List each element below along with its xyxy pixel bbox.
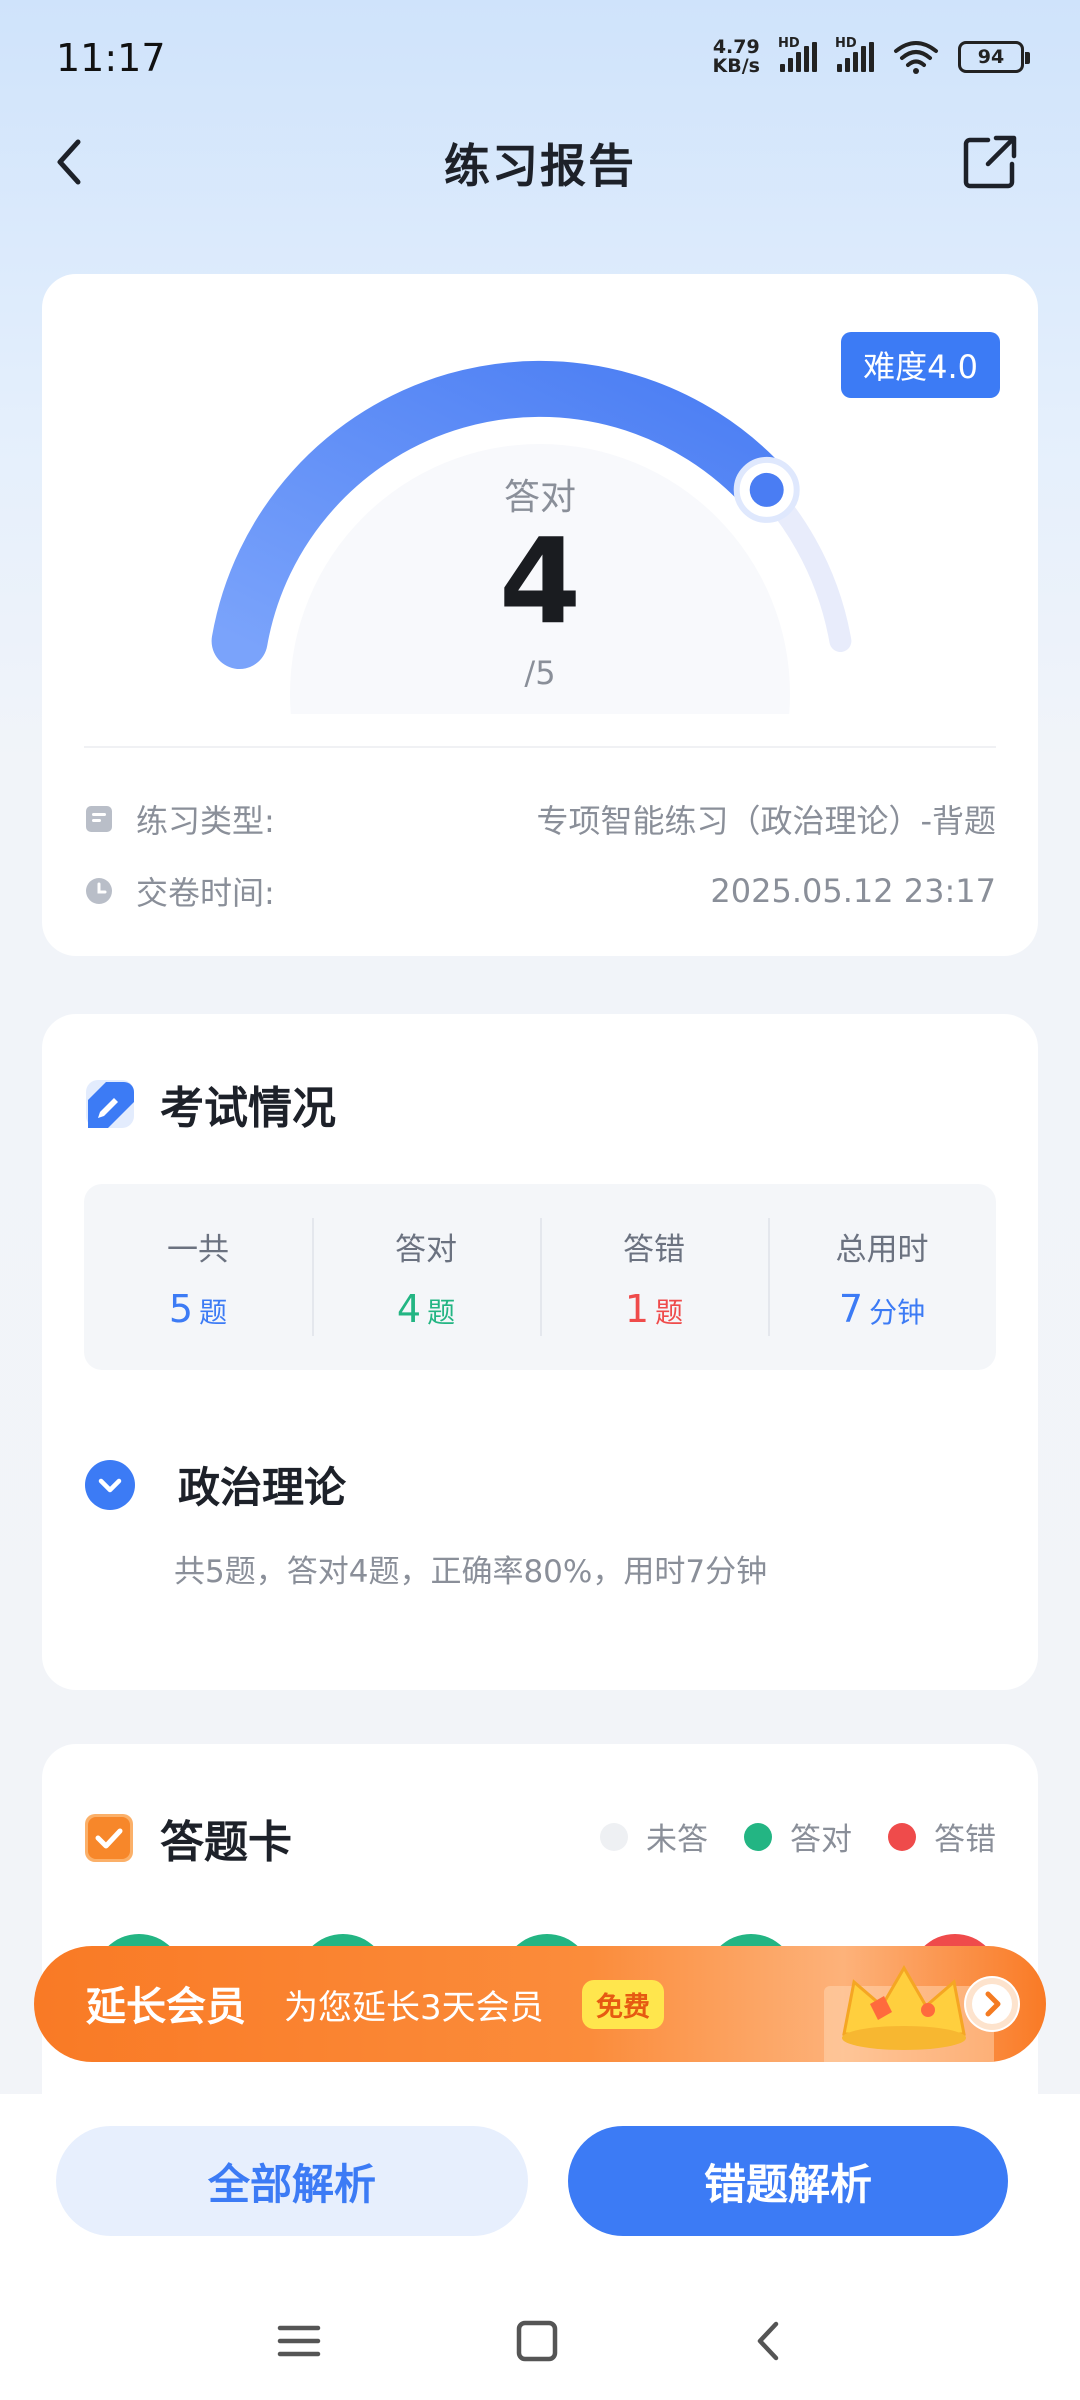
status-time: 11:17 [56, 36, 166, 80]
checkbox-icon [85, 1814, 133, 1862]
practice-type-value: 专项智能练习（政治理论）-背题 [536, 802, 996, 840]
subject-toggle[interactable]: 政治理论 [84, 1454, 346, 1515]
promo-subtitle: 为您延长3天会员 [284, 1988, 544, 2028]
practice-type-label: 练习类型: [136, 802, 275, 840]
score-card: 难度4.0 答对 4 /5 练习类型: 专项智能练习（政治理论）-背题 交卷时间… [42, 274, 1038, 956]
exam-card: 考试情况 一共 5题 答对 4题 答错 1题 总用时 7 分钟 政治理论 共5题，… [42, 1014, 1038, 1690]
subject-summary: 共5题，答对4题，正确率80%，用时7分钟 [174, 1554, 768, 1590]
all-analysis-button[interactable]: 全部解析 [56, 2126, 528, 2236]
legend-wrong: 答错 [888, 1814, 996, 1859]
signal-icon: HD [778, 36, 817, 72]
page-title: 练习报告 [444, 139, 636, 193]
divider [84, 746, 996, 748]
pencil-icon [86, 1080, 134, 1128]
nav-bar: 练习报告 [0, 120, 1080, 210]
answer-card-header: 答题卡 [84, 1806, 292, 1870]
stat-correct: 答对 4题 [312, 1184, 540, 1370]
total-count: /5 [524, 654, 556, 692]
system-nav-bar [0, 2316, 1080, 2386]
bottom-action-bar: 全部解析 错题解析 [0, 2094, 1080, 2400]
subject-title: 政治理论 [178, 1463, 347, 1512]
answer-legend: 未答 答对 答错 [600, 1814, 996, 1859]
submit-time-row: 交卷时间: 2025.05.12 23:17 [84, 866, 996, 916]
stat-total: 一共 5题 [167, 1231, 229, 1331]
network-speed: 4.79 KB/s [712, 36, 760, 77]
promo-arrow-button[interactable] [964, 1976, 1020, 2032]
legend-dot [600, 1822, 628, 1851]
promo-free-badge: 免费 [582, 1980, 664, 2029]
practice-type-row: 练习类型: 专项智能练习（政治理论）-背题 [84, 794, 996, 844]
correct-count: 4 [498, 512, 582, 650]
clock-icon [86, 878, 112, 904]
promo-title: 延长会员 [86, 1984, 246, 2030]
submit-time-value: 2025.05.12 23:17 [710, 872, 996, 910]
stat-time: 总用时 7 分钟 [768, 1184, 996, 1370]
signal-icon: HD [835, 36, 874, 72]
wifi-icon [894, 41, 938, 74]
status-icons: 4.79 KB/s HD HD 94 [712, 36, 1030, 77]
stat-wrong: 答错 1题 [540, 1184, 768, 1370]
back-nav-icon[interactable] [744, 2316, 794, 2366]
menu-icon[interactable] [274, 2316, 324, 2366]
promo-banner[interactable]: 延长会员 为您延长3天会员 免费 [34, 1946, 1046, 2062]
exam-title: 考试情况 [160, 1083, 336, 1134]
legend-dot [888, 1822, 916, 1851]
status-bar: 11:17 4.79 KB/s HD HD 94 [0, 0, 1080, 120]
document-icon [86, 806, 112, 832]
legend-dot [744, 1822, 772, 1851]
battery-icon: 94 [958, 41, 1030, 73]
answer-card-title: 答题卡 [160, 1817, 292, 1868]
submit-time-label: 交卷时间: [136, 874, 275, 912]
stats-box: 一共 5题 答对 4题 答错 1题 总用时 7 分钟 [84, 1184, 996, 1370]
home-icon[interactable] [512, 2316, 562, 2366]
share-icon[interactable] [960, 132, 1020, 192]
legend-unanswered: 未答 [600, 1814, 708, 1859]
exam-header: 考试情况 [84, 1072, 336, 1136]
chevron-down-icon[interactable] [84, 1459, 136, 1511]
chevron-right-icon [966, 1978, 1018, 2030]
wrong-analysis-button[interactable]: 错题解析 [568, 2126, 1008, 2236]
legend-correct: 答对 [744, 1814, 852, 1859]
